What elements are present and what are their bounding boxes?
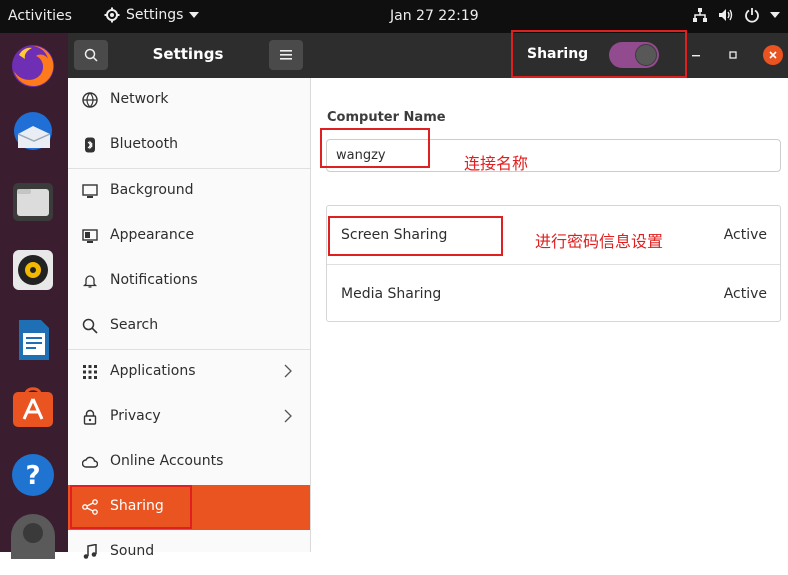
svg-text:?: ? bbox=[25, 461, 40, 491]
sidebar-item-online-accounts[interactable]: Online Accounts bbox=[68, 440, 310, 485]
chevron-right-icon bbox=[284, 409, 292, 423]
computer-name-label: Computer Name bbox=[327, 110, 446, 125]
annotation-box-sharing-item bbox=[70, 485, 192, 529]
sidebar-item-privacy[interactable]: Privacy bbox=[68, 395, 310, 440]
volume-icon bbox=[719, 9, 733, 21]
bluetooth-icon bbox=[85, 137, 95, 153]
sidebar-item-search[interactable]: Search bbox=[68, 304, 310, 349]
network-icon bbox=[82, 92, 98, 108]
sidebar-item-background[interactable]: Background bbox=[68, 169, 310, 214]
sidebar-item-label: Online Accounts bbox=[110, 453, 224, 469]
sidebar-title: Settings bbox=[152, 45, 224, 63]
sidebar-item-label: Bluetooth bbox=[110, 136, 178, 152]
service-name: Media Sharing bbox=[341, 286, 442, 302]
sidebar-header: Settings bbox=[68, 33, 311, 78]
thunderbird-icon[interactable] bbox=[8, 108, 58, 158]
minimize-button[interactable] bbox=[686, 45, 706, 65]
sidebar-item-notifications[interactable]: Notifications bbox=[68, 259, 310, 304]
annotation-screen-note: 进行密码信息设置 bbox=[535, 232, 664, 251]
cloud-icon bbox=[82, 456, 98, 468]
caret-down-icon bbox=[189, 12, 200, 18]
annotation-name-note: 连接名称 bbox=[464, 154, 529, 173]
search-icon bbox=[82, 318, 98, 334]
help-icon[interactable]: ? bbox=[8, 450, 58, 500]
sidebar-item-label: Appearance bbox=[110, 227, 195, 243]
sidebar-item-label: Background bbox=[110, 182, 194, 198]
sidebar-item-appearance[interactable]: Appearance bbox=[68, 214, 310, 259]
appearance-icon bbox=[82, 229, 98, 243]
grid-icon bbox=[83, 365, 97, 379]
software-icon[interactable] bbox=[8, 382, 58, 432]
sidebar-item-sound[interactable]: Sound bbox=[68, 530, 310, 575]
sidebar-item-label: Search bbox=[110, 317, 159, 333]
sidebar-item-bluetooth[interactable]: Bluetooth bbox=[68, 123, 310, 168]
firefox-icon[interactable] bbox=[8, 41, 58, 91]
power-icon bbox=[745, 8, 759, 23]
music-icon bbox=[83, 544, 97, 559]
clock[interactable]: Jan 27 22:19 bbox=[390, 8, 479, 24]
service-status: Active bbox=[723, 227, 767, 243]
annotation-box-computer-name bbox=[320, 128, 430, 168]
show-apps-icon[interactable] bbox=[8, 511, 58, 561]
app-menu[interactable]: Settings bbox=[104, 7, 200, 23]
annotation-box-sharing-toggle bbox=[511, 30, 687, 78]
background-icon bbox=[82, 184, 98, 198]
close-button[interactable] bbox=[763, 45, 783, 65]
sidebar-item-label: Notifications bbox=[110, 272, 198, 288]
libreoffice-writer-icon[interactable] bbox=[8, 315, 58, 365]
sidebar-item-label: Privacy bbox=[110, 408, 161, 424]
bell-icon bbox=[82, 275, 98, 288]
settings-sidebar: Settings Network Bluetooth Background Ap… bbox=[68, 33, 311, 559]
service-status: Active bbox=[723, 286, 767, 302]
sidebar-item-label: Network bbox=[110, 91, 169, 107]
menu-button[interactable] bbox=[269, 40, 303, 70]
top-bar: Activities Settings Jan 27 22:19 bbox=[0, 0, 788, 33]
gear-icon bbox=[104, 7, 120, 23]
app-menu-label: Settings bbox=[126, 7, 184, 23]
close-icon bbox=[769, 51, 777, 59]
sidebar-item-label: Applications bbox=[110, 363, 196, 379]
network-icon bbox=[693, 8, 707, 22]
annotation-box-screen-sharing bbox=[328, 216, 503, 256]
caret-down-icon bbox=[770, 12, 780, 18]
sidebar-item-label: Sound bbox=[110, 543, 155, 559]
list-item-media-sharing[interactable]: Media Sharing Active bbox=[327, 265, 780, 323]
dock: ? bbox=[0, 33, 68, 559]
files-icon[interactable] bbox=[8, 177, 58, 227]
minimize-icon bbox=[692, 55, 700, 57]
sidebar-item-network[interactable]: Network bbox=[68, 78, 310, 123]
hamburger-icon bbox=[280, 50, 292, 60]
search-button[interactable] bbox=[74, 40, 108, 70]
maximize-button[interactable] bbox=[723, 45, 743, 65]
rhythmbox-icon[interactable] bbox=[8, 245, 58, 295]
lock-icon bbox=[83, 409, 97, 425]
maximize-icon bbox=[729, 51, 737, 59]
system-tray[interactable] bbox=[692, 7, 780, 23]
sidebar-item-applications[interactable]: Applications bbox=[68, 350, 310, 395]
search-icon bbox=[84, 48, 98, 62]
chevron-right-icon bbox=[284, 364, 292, 378]
activities-button[interactable]: Activities bbox=[8, 8, 72, 24]
